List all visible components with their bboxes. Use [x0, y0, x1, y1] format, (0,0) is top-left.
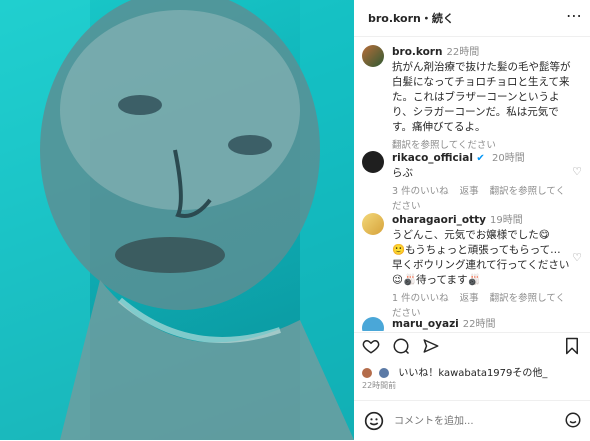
avatar[interactable] — [362, 45, 384, 67]
bookmark-icon[interactable] — [564, 337, 580, 355]
comment-input[interactable] — [392, 411, 536, 431]
heart-icon[interactable]: ♡ — [572, 165, 582, 178]
caption-username[interactable]: bro.korn — [392, 46, 442, 58]
like-icon[interactable] — [362, 337, 380, 355]
post-header: bro.korn・続く ⋯ — [354, 0, 590, 37]
comment-text: らぶ — [392, 167, 413, 179]
reply-button[interactable]: 返事 — [460, 186, 479, 197]
comment-time: 20時間 — [492, 153, 525, 164]
comment-icon[interactable] — [392, 337, 410, 355]
comment-input-bar — [354, 400, 590, 441]
action-bar — [354, 332, 590, 363]
share-icon[interactable] — [422, 337, 440, 355]
comment-likes[interactable]: 3 件のいいね — [392, 186, 449, 197]
avatar[interactable] — [362, 317, 384, 331]
portrait-illustration — [0, 0, 354, 440]
avatar[interactable] — [362, 151, 384, 173]
follow-link[interactable]: ・続く — [421, 12, 454, 25]
likes-text[interactable]: いいね！kawabata1979その他_ — [398, 368, 547, 379]
comment-time: 22時間 — [462, 319, 496, 330]
likes-line[interactable]: いいね！kawabata1979その他_ — [362, 364, 547, 379]
more-options-icon[interactable]: ⋯ — [566, 6, 582, 25]
verified-badge-icon: ✔ — [476, 153, 485, 164]
header-username-text[interactable]: bro.korn — [368, 12, 421, 25]
avatar[interactable] — [362, 213, 384, 235]
comment-likes[interactable]: 1 件のいいね — [392, 293, 449, 304]
comment-text: うどんこ、元気でお嬢様でした😋 🙂もうちょっと頑張ってもらって… 早くボウリング… — [392, 229, 570, 286]
reaction-icon[interactable] — [564, 411, 582, 429]
post-timestamp: 22時間前 — [362, 381, 397, 390]
emoji-icon[interactable] — [364, 411, 384, 431]
caption-translate[interactable]: 翻訳を参照してください — [392, 140, 496, 151]
post-photo — [0, 0, 354, 440]
comments-list[interactable]: bro.korn 22時間 抗がん剤治療で抜けた髪の毛や髭等が白髪になってチョロチ… — [354, 37, 590, 331]
comment-username[interactable]: oharagaori_otty — [392, 214, 486, 226]
comment-username[interactable]: rikaco_official — [392, 152, 473, 164]
comment-time: 19時間 — [489, 215, 523, 226]
caption-text: 抗がん剤治療で抜けた髪の毛や髭等が白髪になってチョロチョロと生えて来た。これはブ… — [392, 61, 571, 133]
post-panel: bro.korn・続く ⋯ bro.korn 22時間 抗がん剤治療で抜けた髪の毛… — [354, 0, 590, 440]
liker-avatar — [362, 368, 372, 378]
comment-username[interactable]: maru_oyazi — [392, 318, 459, 330]
liker-avatar — [379, 368, 390, 378]
caption-time: 22時間 — [446, 47, 480, 58]
heart-icon[interactable]: ♡ — [572, 251, 582, 264]
reply-button[interactable]: 返事 — [460, 293, 479, 304]
header-username[interactable]: bro.korn・続く — [368, 10, 454, 26]
